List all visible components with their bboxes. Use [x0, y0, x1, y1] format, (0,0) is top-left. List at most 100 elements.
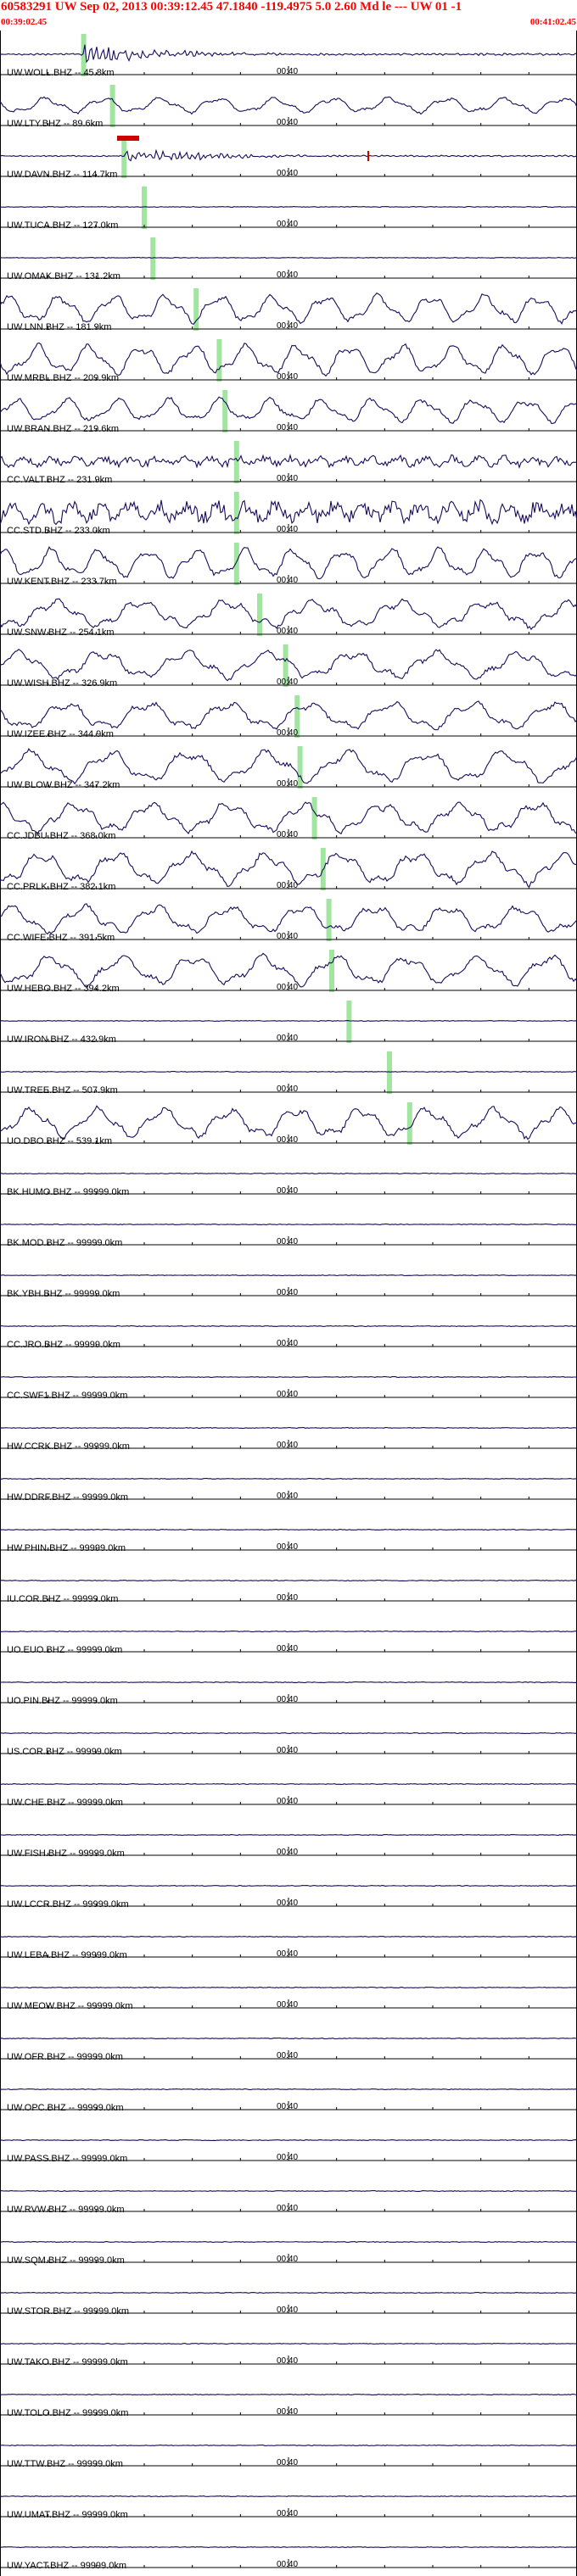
- station-label: UW.DAVN.BHZ -- 114.7km: [7, 170, 117, 180]
- station-trace: 00:40 HW.CCRK.BHZ -- 99999.0km: [0, 1427, 577, 1452]
- station-trace: 00:40 UW.TUCA.BHZ -- 127.0km: [0, 187, 577, 231]
- station-trace: 00:40 BK.YBH.BHZ -- 99999.0km: [0, 1274, 577, 1299]
- station-label: CC.VALT.BHZ -- 231.9km: [7, 475, 112, 485]
- minute-tick-label: 00:40: [277, 1797, 298, 1806]
- minute-tick-label: 00:40: [277, 2204, 298, 2213]
- station-label: IU.COR.BHZ -- 99999.0km: [7, 1594, 118, 1604]
- pick-marker: [216, 339, 222, 382]
- minute-tick-label: 00:40: [277, 2051, 298, 2060]
- station-trace: 00:40 UW.OPC.BHZ -- 99999.0km: [0, 2088, 577, 2113]
- minute-tick-label: 00:40: [277, 881, 298, 890]
- station-label: UW.HEBO.BHZ -- 394.2km: [7, 984, 120, 994]
- waveform: [0, 2038, 577, 2039]
- station-label: UW.PASS.BHZ -- 99999.0km: [7, 2154, 127, 2164]
- pick-marker: [311, 797, 317, 839]
- minute-tick-label: 00:40: [277, 270, 298, 280]
- station-label: UW.YACT.BHZ -- 99999.0km: [7, 2561, 126, 2571]
- minute-tick-label: 00:40: [277, 1949, 298, 1959]
- station-label: UW.SQM.BHZ -- 99999.0km: [7, 2255, 125, 2266]
- station-label: UO.DBO.BHZ -- 539.1km: [7, 1136, 112, 1146]
- station-label: UW.STOR.BHZ -- 99999.0km: [7, 2306, 129, 2317]
- station-trace: 00:40 UW.WISH.BHZ -- 326.9km: [0, 644, 577, 689]
- pick-marker: [121, 136, 127, 178]
- pick-marker: [346, 1001, 352, 1043]
- waveform: [0, 2343, 577, 2345]
- station-label: UW.WOLL.BHZ -- 45.8km: [7, 68, 115, 78]
- waveform: [0, 649, 577, 682]
- station-label: UO.PIN.BHZ -- 99999.0km: [7, 1696, 118, 1706]
- station-trace: 00:40 UW.TOLO.BHZ -- 99999.0km: [0, 2394, 577, 2418]
- station-label: UW.OMAK.BHZ -- 131.2km: [7, 271, 120, 282]
- minute-tick-label: 00:40: [277, 728, 298, 738]
- waveform: [0, 148, 577, 162]
- pick-marker: [387, 1051, 392, 1094]
- minute-tick-label: 00:40: [277, 118, 298, 127]
- waveform: [0, 2241, 577, 2243]
- minute-tick-label: 00:40: [277, 830, 298, 839]
- station-label: UW.IRON.BHZ -- 432.9km: [7, 1034, 116, 1045]
- station-trace: 00:40 UW.FISH.BHZ -- 99999.0km: [0, 1834, 577, 1859]
- station-trace: 00:40 UW.SNW.BHZ -- 254.1km: [0, 594, 577, 638]
- minute-tick-label: 00:40: [277, 1084, 298, 1094]
- station-label: UW.OPC.BHZ -- 99999.0km: [7, 2103, 124, 2113]
- minute-tick-label: 00:40: [277, 2255, 298, 2264]
- station-trace: 00:40 UW.OFR.BHZ -- 99999.0km: [0, 2038, 577, 2062]
- waveform: [0, 2546, 577, 2548]
- waveform: [0, 396, 577, 425]
- station-trace: 00:40 UW.LCCR.BHZ -- 99999.0km: [0, 1885, 577, 1910]
- station-label: HW.CCRK.BHZ -- 99999.0km: [7, 1441, 130, 1452]
- minute-tick-label: 00:40: [277, 1034, 298, 1043]
- station-label: UW.TTW.BHZ -- 99999.0km: [7, 2459, 123, 2469]
- station-trace: 00:40 UW.LNN.BHZ -- 181.9km: [0, 288, 577, 332]
- waveform: [0, 1681, 577, 1683]
- waveform: [0, 2088, 577, 2090]
- station-label: UW.RVW.BHZ -- 99999.0km: [7, 2205, 125, 2215]
- minute-tick-label: 00:40: [277, 677, 298, 687]
- minute-tick-label: 00:40: [277, 779, 298, 789]
- pick-marker: [406, 1102, 412, 1145]
- waveform: [0, 903, 577, 935]
- station-label: UW.UMAT.BHZ -- 99999.0km: [7, 2510, 128, 2520]
- station-label: CC.JRO.BHZ -- 99999.0km: [7, 1340, 120, 1350]
- pick-marker: [222, 390, 228, 432]
- station-trace: 00:40 UO.DBO.BHZ -- 539.1km: [0, 1102, 577, 1146]
- station-trace: 00:40 UW.KENT.BHZ -- 233.7km: [0, 543, 577, 587]
- station-label: UW.MEOW.BHZ -- 99999.0km: [7, 2001, 133, 2011]
- minute-tick-label: 00:40: [277, 2000, 298, 2010]
- waveform: [0, 1631, 577, 1632]
- station-trace: 00:40 UW.DAVN.BHZ -- 114.7km: [0, 136, 577, 180]
- station-trace: 00:40 UW.TTW.BHZ -- 99999.0km: [0, 2445, 577, 2469]
- minute-tick-label: 00:40: [277, 1848, 298, 1857]
- station-trace: 00:40 CC.JDBU.BHZ -- 368.0km: [0, 797, 577, 841]
- waveform: [0, 700, 577, 731]
- pick-marker: [257, 594, 262, 636]
- minute-tick-label: 00:40: [277, 1492, 298, 1501]
- minute-tick-label: 00:40: [277, 1644, 298, 1653]
- station-label: HW.DDRF.BHZ -- 99999.0km: [7, 1492, 128, 1503]
- pick-marker: [297, 746, 303, 789]
- minute-tick-label: 00:40: [277, 2153, 298, 2162]
- waveform: [0, 598, 577, 631]
- station-trace: 00:40 CC.PRLK.BHZ -- 382.1km: [0, 848, 577, 892]
- waveform: [0, 1427, 577, 1429]
- waveform: [0, 453, 577, 469]
- station-label: CC.WIFE.BHZ -- 391.5km: [7, 933, 115, 943]
- station-trace: 00:40 BK.MOD.BHZ -- 99999.0km: [0, 1224, 577, 1248]
- station-label: UW.TAKO.BHZ -- 99999.0km: [7, 2357, 128, 2367]
- minute-tick-label: 00:40: [277, 932, 298, 941]
- minute-tick-label: 00:40: [277, 1899, 298, 1908]
- station-label: UW.LNN.BHZ -- 181.9km: [7, 322, 111, 332]
- station-trace: 00:40 UW.PASS.BHZ -- 99999.0km: [0, 2139, 577, 2164]
- waveform: [0, 1783, 577, 1785]
- waveform: [0, 44, 577, 64]
- minute-tick-label: 00:40: [277, 1542, 298, 1552]
- station-trace: 00:40 UW.BRAN.BHZ -- 219.6km: [0, 390, 577, 434]
- station-label: UW.LEBA.BHZ -- 99999.0km: [7, 1950, 127, 1960]
- minute-tick-label: 00:40: [277, 1339, 298, 1348]
- waveform: [0, 1834, 577, 1836]
- station-trace: 00:40 UW.CHE.BHZ -- 99999.0km: [0, 1783, 577, 1808]
- pick-marker: [329, 950, 334, 992]
- station-label: CC.JDBU.BHZ -- 368.0km: [7, 831, 115, 841]
- minute-tick-label: 00:40: [277, 1135, 298, 1145]
- waveform: [0, 257, 577, 259]
